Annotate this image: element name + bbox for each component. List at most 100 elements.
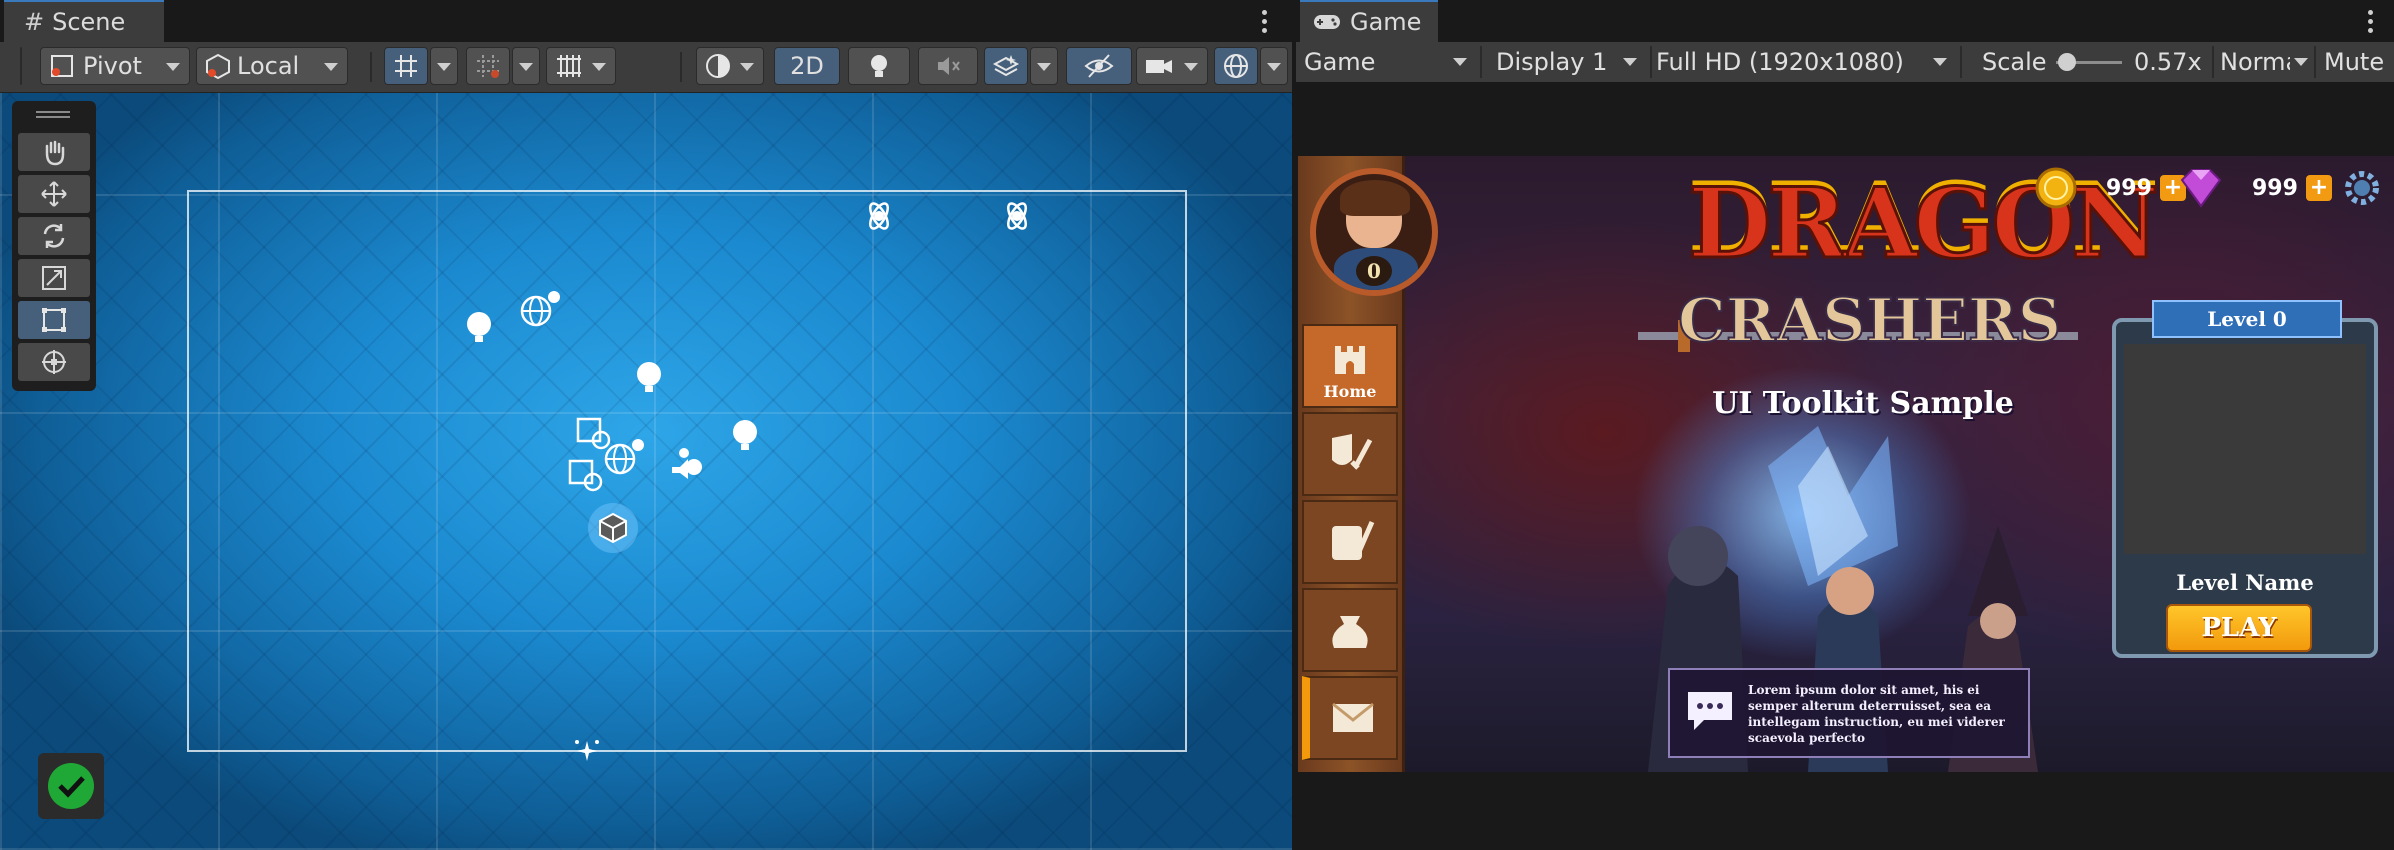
rotate-icon — [43, 224, 65, 248]
chevron-down-icon — [324, 63, 338, 71]
shading-mode-dropdown[interactable] — [696, 47, 764, 85]
game-menu-icon[interactable] — [2358, 6, 2382, 36]
scale-slider[interactable] — [2056, 42, 2122, 82]
audio-source-icon[interactable] — [666, 445, 708, 485]
selected-object-highlight[interactable] — [588, 503, 638, 553]
chevron-down-icon — [1037, 63, 1051, 71]
display-dropdown[interactable]: Display 1 — [1496, 42, 1646, 82]
resolution-dropdown[interactable]: Full HD (1920x1080) — [1656, 42, 1956, 82]
tab-game[interactable]: Game — [1300, 0, 1438, 42]
transform-tool-button[interactable] — [18, 343, 90, 381]
display-label: Display 1 — [1496, 48, 1608, 76]
local-dropdown[interactable]: Local — [196, 47, 348, 85]
point-light-icon[interactable] — [464, 311, 494, 347]
effects-dropdown[interactable] — [1030, 47, 1058, 85]
increment-snap-dropdown[interactable] — [512, 47, 540, 85]
game-tabbar: Game — [1296, 0, 2394, 43]
envelope-icon — [1332, 702, 1374, 732]
hidden-objects-toggle[interactable] — [1066, 47, 1132, 85]
scene-tabbar: # Scene — [0, 0, 1292, 43]
rect-transform-icon[interactable] — [574, 413, 614, 453]
game-viewport[interactable]: Home 0 DRAGON CRASHERS UI Toolkit Sample… — [1296, 82, 2394, 850]
game-view-dropdown[interactable]: Game — [1304, 42, 1476, 82]
chat-message-text: Lorem ipsum dolor sit amet, his ei sempe… — [1748, 683, 2005, 745]
scene-menu-icon[interactable] — [1252, 6, 1276, 36]
global-light-icon[interactable] — [518, 289, 562, 329]
toolbar-separator — [370, 52, 372, 82]
level-ribbon: Level 0 — [2152, 300, 2342, 338]
chevron-down-icon — [740, 63, 754, 71]
nav-mail-button[interactable] — [1302, 676, 1398, 760]
camera-icon — [1146, 60, 1172, 73]
play-button[interactable]: PLAY — [2166, 604, 2312, 652]
nav-home-button[interactable]: Home — [1302, 324, 1398, 408]
gem-amount: 999 — [2252, 175, 2298, 201]
grid-snap-icon — [395, 55, 417, 77]
grid-snapping-toggle[interactable] — [384, 47, 428, 85]
toolbar-separator — [1650, 46, 1652, 78]
move-tool-button[interactable] — [18, 175, 90, 213]
chevron-down-icon — [1623, 58, 1637, 66]
scale-label: Scale — [1982, 48, 2047, 76]
chevron-down-icon — [1267, 63, 1281, 71]
nav-armory-button[interactable] — [1302, 412, 1398, 496]
chevron-down-icon — [1933, 58, 1947, 66]
resolution-label: Full HD (1920x1080) — [1656, 48, 1904, 76]
grid-visibility-dropdown[interactable] — [546, 47, 616, 85]
light-bulb-icon — [871, 55, 887, 77]
pivot-dropdown[interactable]: Pivot — [40, 47, 190, 85]
audio-toggle[interactable] — [918, 47, 978, 85]
increment-snap-toggle[interactable] — [466, 47, 510, 85]
scene-toolbar: Pivot Local 2D — [0, 42, 1292, 93]
chevron-down-icon — [2294, 58, 2308, 66]
nav-quests-button[interactable] — [1302, 500, 1398, 584]
grid-hash-icon: # — [24, 8, 45, 36]
mute-audio-button[interactable]: Mute — [2324, 42, 2394, 82]
gem-counter: 999 + — [2178, 166, 2332, 210]
chevron-down-icon — [437, 63, 451, 71]
camera-settings-dropdown[interactable] — [1136, 47, 1208, 85]
castle-icon — [1335, 345, 1365, 374]
mode-2d-toggle[interactable]: 2D — [774, 47, 840, 85]
rect-transform-icon[interactable] — [566, 455, 606, 495]
lighting-toggle[interactable] — [848, 47, 910, 85]
gold-coin-icon — [2035, 167, 2077, 209]
scene-status-indicator[interactable] — [38, 753, 104, 819]
palette-grip[interactable] — [36, 111, 70, 118]
chat-message-box: Lorem ipsum dolor sit amet, his ei sempe… — [1668, 668, 2030, 758]
nav-home-label: Home — [1323, 381, 1377, 401]
move-arrows-icon — [41, 181, 67, 207]
settings-gear-icon[interactable] — [2340, 166, 2384, 210]
particle-system-icon[interactable] — [862, 199, 896, 233]
rotate-tool-button[interactable] — [18, 217, 90, 255]
scene-viewport[interactable] — [0, 93, 1292, 850]
effects-toggle[interactable] — [984, 47, 1028, 85]
game-title-crashers: CRASHERS — [1677, 285, 2062, 357]
point-light-icon[interactable] — [730, 419, 760, 455]
scale-tool-button[interactable] — [18, 259, 90, 297]
pivot-label: Pivot — [83, 52, 142, 80]
nav-shop-button[interactable] — [1302, 588, 1398, 672]
add-gem-button[interactable]: + — [2305, 175, 2332, 201]
increment-snap-icon — [477, 55, 499, 78]
player-avatar[interactable]: 0 — [1310, 168, 1438, 296]
tool-palette — [12, 101, 96, 391]
aspect-dropdown[interactable]: Norma — [2220, 42, 2290, 82]
point-light-icon[interactable] — [634, 361, 664, 397]
gizmos-dropdown[interactable] — [1260, 47, 1288, 85]
checkmark-icon — [48, 763, 94, 809]
level-thumbnail — [2124, 344, 2366, 554]
tab-scene[interactable]: # Scene — [4, 0, 164, 42]
gamepad-icon — [1314, 15, 1340, 29]
audio-mute-icon — [938, 57, 960, 75]
rect-tool-icon — [42, 308, 66, 332]
hand-tool-button[interactable] — [18, 133, 90, 171]
scale-slider-knob[interactable] — [2058, 53, 2077, 71]
rect-tool-button[interactable] — [18, 301, 90, 339]
grid-snap-dropdown[interactable] — [430, 47, 458, 85]
gizmos-toggle[interactable] — [1214, 47, 1258, 85]
particle-system-icon[interactable] — [1000, 199, 1034, 233]
sparkle-gizmo-icon[interactable] — [572, 737, 602, 767]
game-title-dragon: DRAGON — [1687, 167, 2161, 280]
transform-icon — [42, 350, 66, 374]
